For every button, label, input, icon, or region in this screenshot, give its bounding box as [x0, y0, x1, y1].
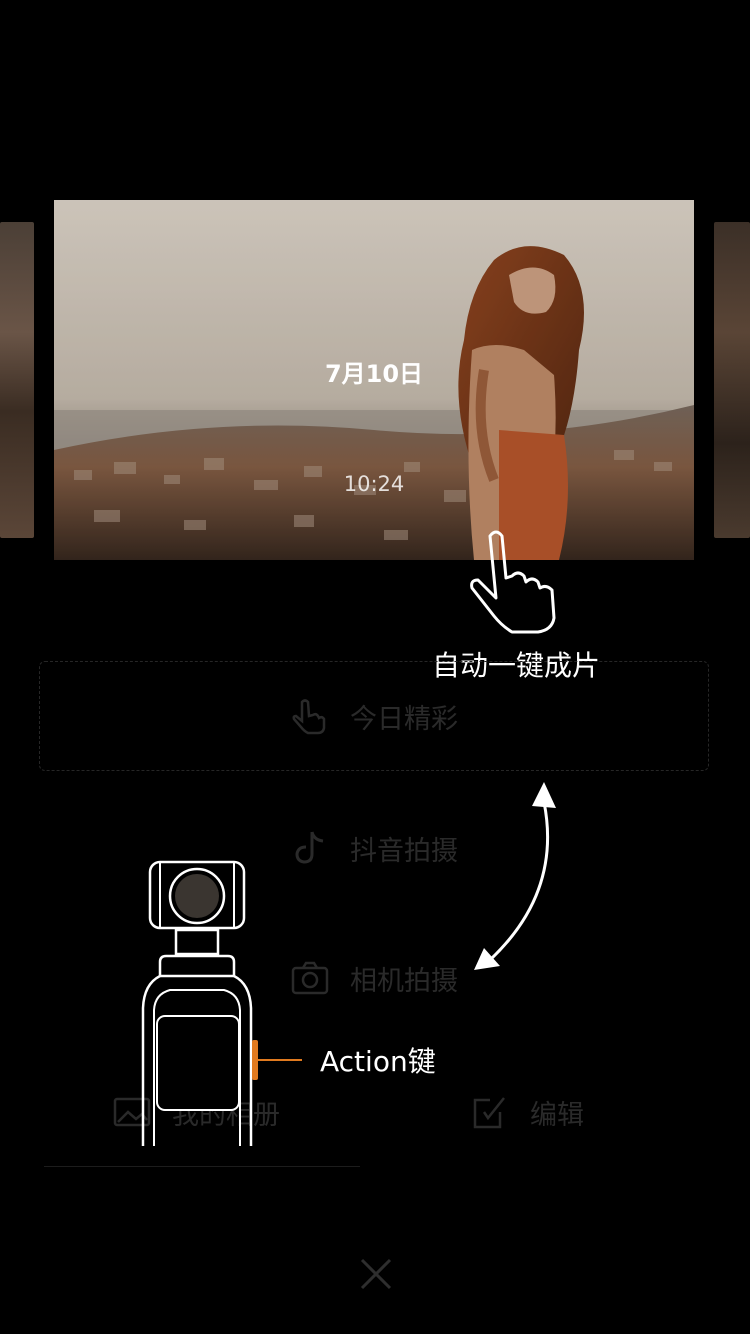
pocket-camera-illustration: [141, 860, 302, 1146]
highlight-date: 7月10日: [324, 360, 424, 388]
douyin-shoot-label: 抖音拍摄: [350, 835, 458, 867]
menu-divider: [44, 1166, 360, 1167]
tap-hand-icon: [470, 530, 556, 634]
action-button-highlight: [252, 1040, 258, 1080]
edit-button[interactable]: 编辑: [470, 1092, 584, 1132]
action-button-label: Action键: [320, 1045, 436, 1078]
highlight-time: 10:24: [343, 472, 405, 496]
today-highlights-button[interactable]: 今日精彩: [290, 696, 458, 736]
hand-tap-icon: [292, 699, 326, 735]
carousel-prev-card[interactable]: [0, 222, 34, 538]
douyin-shoot-button[interactable]: 抖音拍摄: [290, 828, 458, 868]
close-icon[interactable]: [356, 1254, 396, 1294]
edit-icon: [473, 1097, 505, 1129]
camera-shoot-label: 相机拍摄: [350, 965, 458, 997]
edit-label: 编辑: [530, 1099, 584, 1131]
today-highlights-label: 今日精彩: [350, 703, 458, 735]
carousel-next-card[interactable]: [714, 222, 750, 538]
double-arrow-icon: [474, 782, 556, 970]
camera-shoot-button[interactable]: 相机拍摄: [290, 958, 458, 998]
